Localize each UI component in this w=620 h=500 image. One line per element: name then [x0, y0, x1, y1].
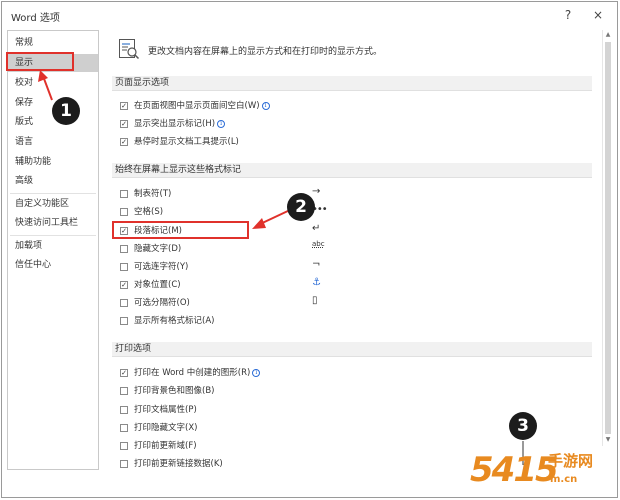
option-label: 悬停时显示文档工具提示(L): [134, 137, 239, 147]
scroll-up-arrow-icon[interactable]: ▲: [604, 31, 612, 39]
anchor-icon: ⚓: [312, 277, 321, 288]
option-label: 空格(S): [134, 207, 164, 217]
option-label: 可选连字符(Y): [134, 262, 189, 272]
checkbox[interactable]: [120, 317, 128, 325]
sidebar-item-customize-ribbon[interactable]: 自定义功能区: [8, 195, 98, 213]
option-label: 打印文档属性(P): [134, 405, 197, 415]
checkbox[interactable]: [120, 299, 128, 307]
section-header-formatting-marks: 始终在屏幕上显示这些格式标记: [112, 163, 592, 178]
step-badge-3: 3: [509, 412, 537, 440]
display-options-panel: ▲ ▼ 更改文档内容在屏幕上的显示方式和在打印时的显示方式。 页面显示选项 ✓ …: [102, 30, 612, 470]
option-label: 可选分隔符(O): [134, 298, 190, 308]
checkbox[interactable]: [120, 460, 128, 468]
title-bar: Word 选项 ? ×: [2, 2, 617, 28]
step-badge-2: 2: [287, 193, 315, 221]
paragraph-mark-icon: ↵: [312, 223, 321, 234]
watermark-logo: 5415: [470, 450, 559, 490]
window-title: Word 选项: [11, 13, 60, 24]
checkbox[interactable]: ✓: [120, 138, 128, 146]
option-label: 打印背景色和图像(B): [134, 386, 215, 396]
checkbox[interactable]: [120, 190, 128, 198]
option-label: 制表符(T): [134, 189, 172, 199]
checkbox[interactable]: [120, 442, 128, 450]
sidebar-item-language[interactable]: 语言: [8, 133, 98, 151]
sidebar-item-quick-access-toolbar[interactable]: 快速访问工具栏: [8, 214, 98, 232]
option-label: 打印前更新链接数据(K): [134, 459, 223, 469]
sidebar-item-advanced[interactable]: 高级: [8, 172, 98, 190]
sidebar-divider: [10, 193, 96, 194]
highlight-display-item: [6, 52, 74, 71]
sidebar-divider: [10, 235, 96, 236]
checkbox[interactable]: [120, 406, 128, 414]
option-label: 显示突出显示标记(H): [134, 119, 216, 129]
info-icon: i: [217, 120, 226, 128]
scrollbar-thumb[interactable]: [605, 42, 611, 434]
checkbox[interactable]: ✓: [120, 120, 128, 128]
checkbox[interactable]: ✓: [120, 102, 128, 110]
checkbox[interactable]: [120, 263, 128, 271]
optional-break-icon: ▯: [312, 295, 318, 306]
option-label: 在页面视图中显示页面间空白(W): [134, 101, 260, 111]
watermark-url: m.cn: [550, 474, 578, 485]
site-watermark: 5415 手游网 m.cn: [470, 448, 620, 500]
display-settings-icon: [119, 39, 140, 60]
sidebar-item-add-ins[interactable]: 加载项: [8, 237, 98, 255]
page-description: 更改文档内容在屏幕上的显示方式和在打印时的显示方式。: [148, 47, 383, 57]
section-header-page-display: 页面显示选项: [112, 76, 592, 91]
checkbox[interactable]: [120, 387, 128, 395]
checkbox[interactable]: ✓: [120, 281, 128, 289]
option-label: 对象位置(C): [134, 280, 181, 290]
help-button[interactable]: ?: [559, 6, 577, 24]
checkbox[interactable]: ✓: [120, 369, 128, 377]
section-header-print: 打印选项: [112, 342, 592, 357]
info-icon: i: [261, 102, 270, 110]
sidebar-item-trust-center[interactable]: 信任中心: [8, 256, 98, 274]
sidebar-item-proofing[interactable]: 校对: [8, 74, 98, 92]
option-label: 打印隐藏文字(X): [134, 423, 198, 433]
checkbox[interactable]: [120, 424, 128, 432]
close-button[interactable]: ×: [589, 6, 607, 24]
option-label: 打印前更新域(F): [134, 441, 197, 451]
checkbox[interactable]: [120, 208, 128, 216]
option-label: 显示所有格式标记(A): [134, 316, 215, 326]
highlight-paragraph-marks: [112, 221, 249, 239]
hidden-text-icon: abc: [312, 240, 325, 248]
vertical-scrollbar[interactable]: ▲ ▼: [602, 30, 612, 446]
watermark-brand: 手游网: [548, 452, 594, 470]
optional-hyphen-icon: ¬: [312, 259, 321, 270]
checkbox[interactable]: [120, 245, 128, 253]
info-icon: i: [252, 369, 261, 377]
option-label: 隐藏文字(D): [134, 244, 182, 254]
option-label: 打印在 Word 中创建的图形(R): [134, 368, 251, 378]
sidebar-item-general[interactable]: 常规: [8, 34, 98, 52]
tab-arrow-icon: →: [312, 186, 321, 197]
category-sidebar: 常规 显示 校对 保存 版式 语言 辅助功能 高级 自定义功能区 快速访问工具栏…: [7, 30, 99, 470]
scroll-down-arrow-icon[interactable]: ▼: [604, 436, 612, 444]
sidebar-item-accessibility[interactable]: 辅助功能: [8, 153, 98, 171]
step-badge-1: 1: [52, 97, 80, 125]
